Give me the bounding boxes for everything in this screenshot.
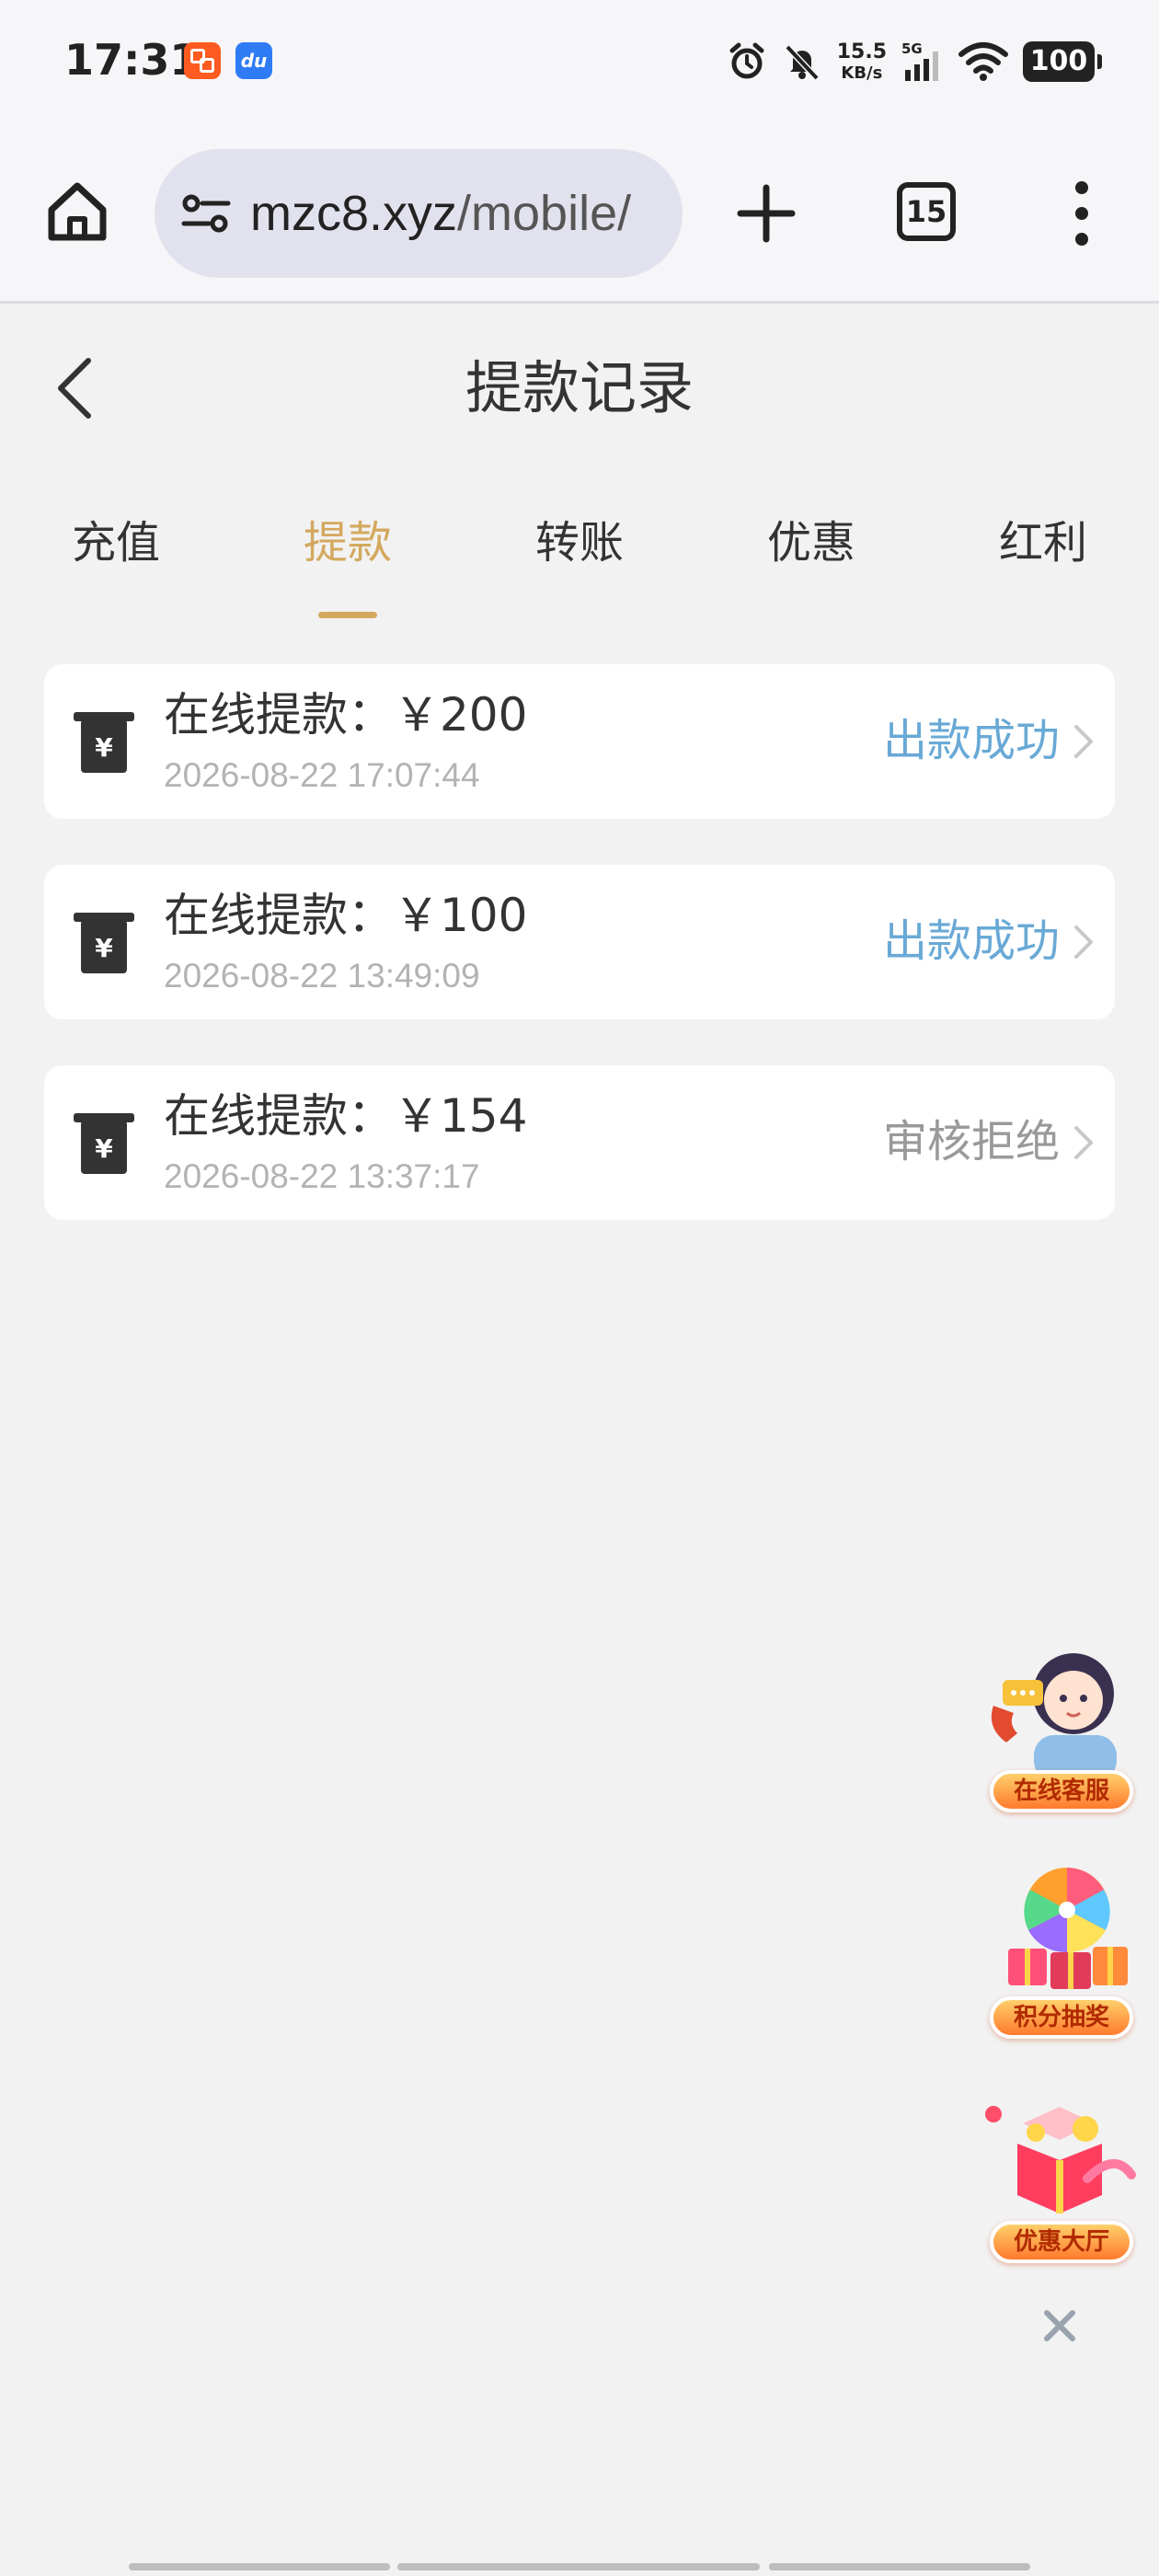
promotion-hall-float[interactable]: 优惠大厅	[977, 2087, 1142, 2263]
page-title: 提款记录	[465, 354, 694, 421]
home-icon	[48, 182, 107, 241]
page-root: 17:31 du 15.5 KB/s 5G 100 mzc8.xyz/mobil…	[0, 0, 1159, 2576]
url-path: /mobile/	[457, 186, 632, 241]
tab-withdraw[interactable]: 提款	[256, 497, 440, 618]
address-bar[interactable]: mzc8.xyz/mobile/	[155, 149, 683, 278]
url-host: mzc8.xyz	[250, 186, 458, 241]
tab-promotion[interactable]: 优惠	[719, 497, 903, 589]
tab-switcher-button[interactable]: 15	[897, 182, 956, 241]
customer-service-icon	[977, 1643, 1142, 1781]
more-vertical-icon	[1075, 181, 1088, 246]
tab-recharge[interactable]: 充值	[24, 497, 208, 589]
points-lottery-label: 积分抽奖	[990, 1996, 1133, 2039]
withdraw-atm-icon: ¥	[74, 712, 134, 773]
gesture-bar-center	[397, 2563, 760, 2570]
alarm-icon	[727, 41, 767, 82]
wifi-icon	[958, 41, 1008, 82]
points-lottery-float[interactable]: 积分抽奖	[977, 1862, 1142, 2039]
bell-muted-icon	[782, 41, 822, 82]
chevron-right-icon	[1074, 725, 1093, 758]
record-time: 2026-08-22 13:37:17	[164, 1157, 480, 1195]
tab-bonus[interactable]: 红利	[951, 497, 1135, 589]
gesture-bar-right	[769, 2563, 1030, 2570]
status-time: 17:31	[64, 35, 200, 85]
status-badge: 审核拒绝	[882, 1116, 1060, 1167]
withdraw-atm-icon: ¥	[74, 1113, 134, 1174]
network-speed: 15.5 KB/s	[836, 40, 887, 83]
site-settings-icon[interactable]	[178, 186, 234, 241]
customer-service-float[interactable]: 在线客服	[977, 1643, 1142, 1812]
prize-wheel-icon	[977, 1862, 1142, 2000]
url-text[interactable]: mzc8.xyz/mobile/	[250, 185, 631, 242]
network-speed-unit: KB/s	[841, 63, 883, 83]
network-type-label: 5G	[901, 40, 923, 57]
status-badge: 出款成功	[882, 715, 1060, 766]
list-item[interactable]: ¥ 在线提款：￥100 2026-08-22 13:49:09 出款成功	[44, 865, 1115, 1019]
record-title: 在线提款：￥154	[164, 1089, 528, 1143]
plus-icon	[737, 184, 796, 243]
home-button[interactable]	[40, 175, 114, 248]
network-speed-value: 15.5	[836, 40, 887, 63]
gesture-bar-left	[129, 2563, 390, 2570]
status-indicators: 15.5 KB/s 5G 100	[727, 33, 1102, 90]
close-icon[interactable]	[1038, 2304, 1082, 2348]
svg-text:¥: ¥	[95, 732, 113, 763]
withdraw-atm-icon: ¥	[74, 913, 134, 973]
record-title: 在线提款：￥200	[164, 688, 528, 742]
browser-menu-button[interactable]	[1058, 175, 1106, 252]
record-title: 在线提款：￥100	[164, 889, 528, 942]
promotion-hall-label: 优惠大厅	[990, 2221, 1133, 2263]
chevron-right-icon	[1074, 926, 1093, 959]
chevron-right-icon	[1074, 1126, 1093, 1159]
battery-indicator: 100	[1023, 41, 1102, 82]
new-tab-button[interactable]	[731, 178, 801, 248]
signal-icon: 5G	[901, 40, 944, 83]
customer-service-label: 在线客服	[990, 1770, 1133, 1812]
baidu-notification-icon: du	[235, 42, 272, 79]
app-notification-icon	[184, 42, 221, 79]
browser-toolbar: mzc8.xyz/mobile/ 15	[0, 129, 1159, 304]
list-item[interactable]: ¥ 在线提款：￥200 2026-08-22 17:07:44 出款成功	[44, 664, 1115, 819]
svg-text:¥: ¥	[95, 1133, 113, 1164]
list-item[interactable]: ¥ 在线提款：￥154 2026-08-22 13:37:17 审核拒绝	[44, 1065, 1115, 1220]
record-time: 2026-08-22 13:49:09	[164, 957, 480, 995]
record-time: 2026-08-22 17:07:44	[164, 756, 480, 794]
gift-box-icon	[977, 2087, 1142, 2225]
svg-text:¥: ¥	[95, 933, 113, 963]
record-tabs: 充值 提款 转账 优惠 红利	[0, 497, 1159, 618]
status-badge: 出款成功	[882, 915, 1060, 967]
tab-transfer[interactable]: 转账	[488, 497, 671, 589]
status-bar: 17:31 du 15.5 KB/s 5G 100	[0, 0, 1159, 129]
